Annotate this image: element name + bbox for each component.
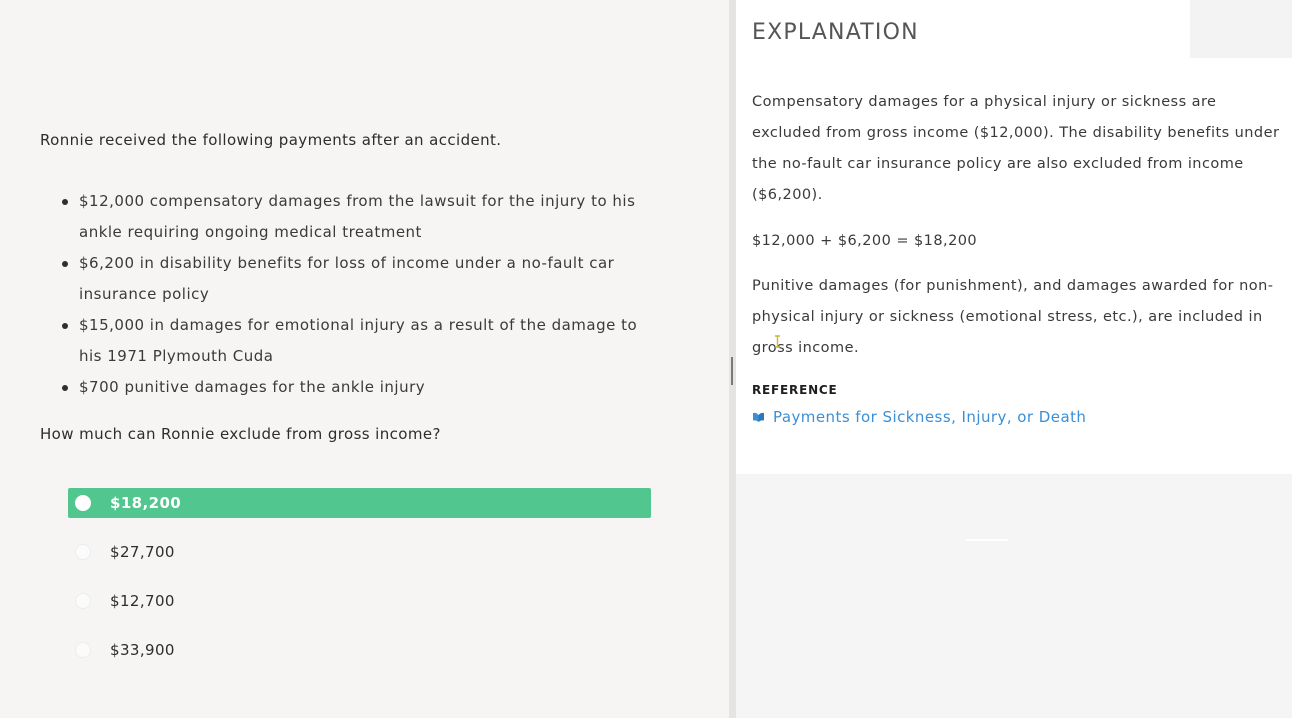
text-cursor-icon (775, 335, 780, 348)
explanation-card: EXPLANATION Compensatory damages for a p… (736, 0, 1292, 474)
corner-panel (1190, 0, 1292, 58)
list-item-line: $700 punitive damages for the ankle inju… (79, 378, 426, 396)
list-item: $700 punitive damages for the ankle inju… (62, 372, 662, 403)
list-item-line: his 1971 Plymouth Cuda (79, 347, 274, 365)
screen-glare (966, 539, 1008, 541)
book-icon (753, 412, 764, 422)
pane-resize-handle[interactable] (729, 0, 736, 718)
explanation-line: Compensatory damages for a physical inju… (752, 94, 1217, 110)
payment-list: $12,000 compensatory damages from the la… (62, 186, 662, 403)
answer-label: $33,900 (110, 641, 175, 659)
explanation-line: the no-fault car insurance policy are al… (752, 156, 1244, 172)
reference-link-label: Payments for Sickness, Injury, or Death (773, 408, 1087, 426)
radio-icon[interactable] (75, 593, 91, 609)
bullet-icon (62, 261, 68, 267)
bullet-icon (62, 199, 68, 205)
answer-option-1[interactable]: $18,200 (68, 488, 651, 518)
list-item-line: insurance policy (79, 285, 210, 303)
list-item-line: $12,000 compensatory damages from the la… (79, 192, 636, 210)
explanation-equation: $12,000 + $6,200 = $18,200 (752, 233, 978, 249)
list-item: $6,200 in disability benefits for loss o… (62, 248, 662, 310)
answer-label: $12,700 (110, 592, 175, 610)
explanation-line: ($6,200). (752, 187, 823, 203)
explanation-line: physical injury or sickness (emotional s… (752, 309, 1263, 325)
question-prompt: How much can Ronnie exclude from gross i… (40, 425, 441, 443)
drag-grip-icon[interactable] (731, 357, 733, 385)
reference-link[interactable]: Payments for Sickness, Injury, or Death (752, 408, 1086, 426)
answer-label: $18,200 (110, 494, 182, 512)
bullet-icon (62, 385, 68, 391)
list-item: $12,000 compensatory damages from the la… (62, 186, 662, 248)
explanation-title: EXPLANATION (752, 20, 919, 45)
explanation-paragraph: Punitive damages (for punishment), and d… (752, 271, 1284, 364)
explanation-pane: EXPLANATION Compensatory damages for a p… (736, 0, 1292, 718)
explanation-line: excluded from gross income ($12,000). Th… (752, 125, 1280, 141)
explanation-paragraph: Compensatory damages for a physical inju… (752, 87, 1284, 211)
list-item-line: $15,000 in damages for emotional injury … (79, 316, 638, 334)
explanation-line: gross income. (752, 340, 860, 356)
bullet-icon (62, 323, 68, 329)
question-pane: Ronnie received the following payments a… (0, 0, 729, 718)
radio-icon[interactable] (75, 544, 91, 560)
list-item-line: $6,200 in disability benefits for loss o… (79, 254, 615, 272)
radio-icon[interactable] (75, 642, 91, 658)
answer-option-3[interactable]: $12,700 (68, 586, 651, 616)
answer-option-4[interactable]: $33,900 (68, 635, 651, 665)
answer-label: $27,700 (110, 543, 175, 561)
question-intro: Ronnie received the following payments a… (40, 131, 502, 149)
list-item: $15,000 in damages for emotional injury … (62, 310, 662, 372)
radio-selected-icon[interactable] (75, 495, 91, 511)
answer-option-2[interactable]: $27,700 (68, 537, 651, 567)
list-item-line: ankle requiring ongoing medical treatmen… (79, 223, 422, 241)
explanation-line: Punitive damages (for punishment), and d… (752, 278, 1274, 294)
reference-heading: REFERENCE (752, 383, 838, 397)
